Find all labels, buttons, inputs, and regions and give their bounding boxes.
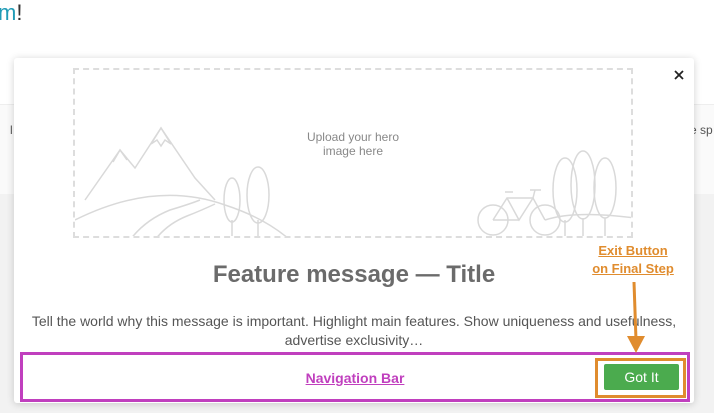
page-heading: m! — [0, 0, 22, 26]
exit-button-annotation-label: Exit Button on Final Step — [580, 242, 686, 278]
close-button[interactable] — [670, 66, 688, 84]
exit-label-line-1: Exit Button — [598, 243, 668, 258]
hero-upload-prompt: Upload your hero image here — [75, 130, 631, 158]
arrow-down-icon — [627, 281, 645, 353]
navigation-bar-annotation: Navigation Bar — [20, 352, 690, 402]
page-heading-accent: m — [0, 0, 17, 25]
got-it-button[interactable]: Got It — [604, 364, 679, 390]
close-icon — [674, 70, 684, 80]
hero-upload-line-2: image here — [322, 144, 384, 158]
navigation-bar-label: Navigation Bar — [305, 370, 405, 386]
modal-body-text: Tell the world why this message is impor… — [31, 313, 677, 348]
background-left-text: l — [10, 123, 13, 137]
hero-upload-line-1: Upload your hero — [306, 130, 400, 144]
hero-image-placeholder[interactable]: Upload your hero image here — [73, 68, 633, 238]
page-heading-punct: ! — [16, 0, 23, 25]
exit-label-line-2: on Final Step — [592, 261, 674, 276]
